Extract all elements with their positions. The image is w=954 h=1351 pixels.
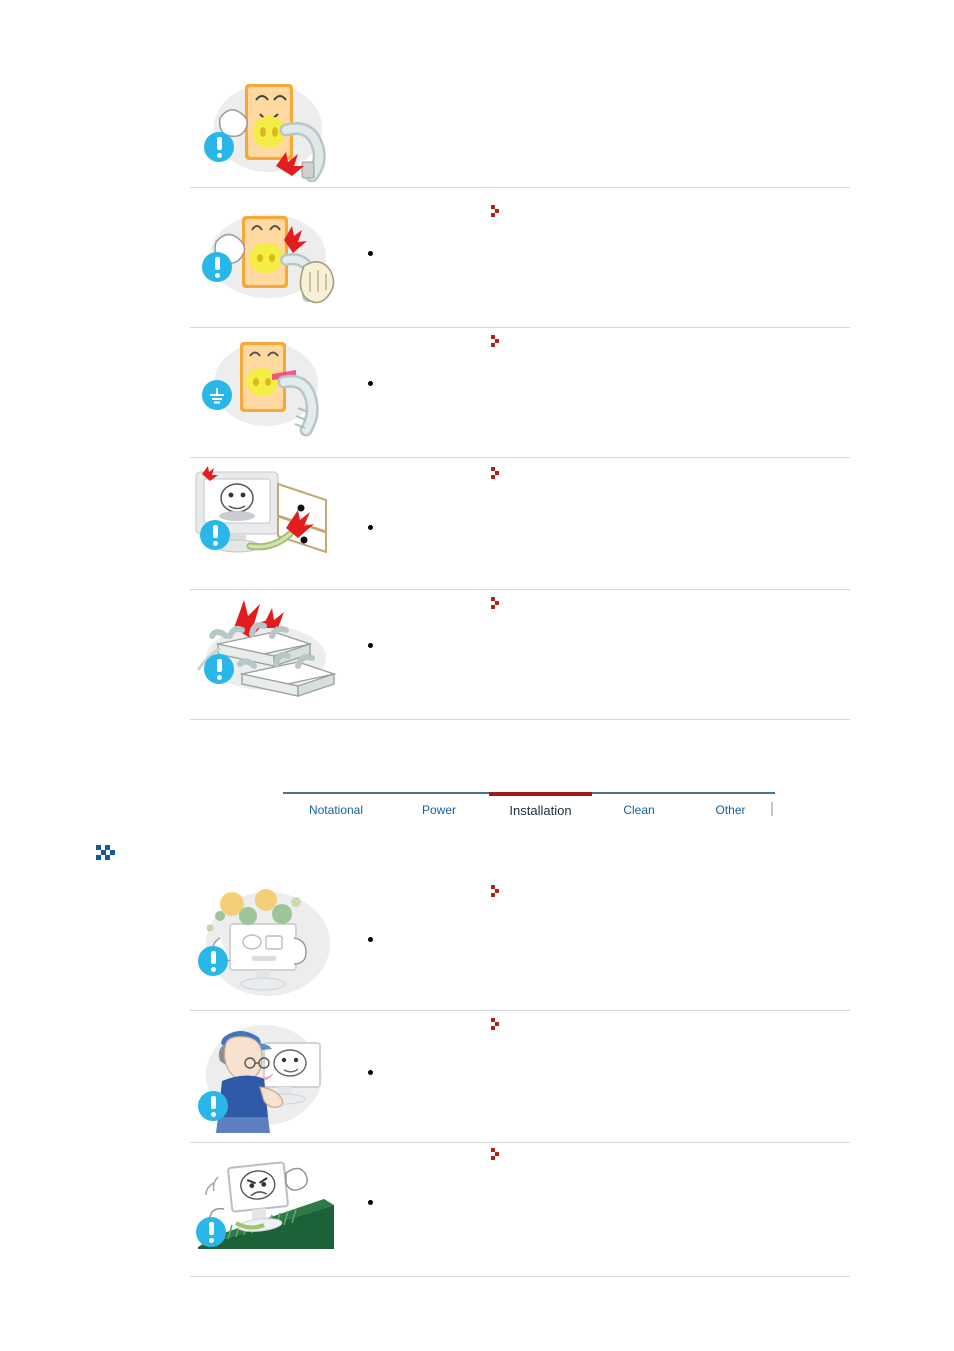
- safety-bullet: [350, 928, 850, 942]
- red-chevron-icon: [490, 204, 504, 220]
- illustration-damaged-power-cord: [190, 462, 350, 574]
- safety-bullet: [350, 1191, 850, 1205]
- safety-bullet: [350, 634, 850, 648]
- tab-other[interactable]: Other: [686, 794, 775, 826]
- tab-label: Installation: [509, 802, 572, 818]
- safety-bullet: [350, 372, 850, 386]
- safety-text-cell: [350, 1143, 850, 1205]
- red-chevron-icon: [490, 1147, 504, 1163]
- safety-row: [190, 880, 850, 1011]
- safety-row: [190, 1013, 850, 1143]
- tab-notational[interactable]: Notational: [283, 794, 389, 826]
- red-chevron-icon: [490, 1017, 504, 1033]
- tab-power[interactable]: Power: [389, 794, 489, 826]
- manual-page: Notational Power Installation Clean Othe…: [0, 0, 954, 1351]
- illustration-monitor-unstable-slope: [190, 1143, 350, 1267]
- exclamation-icon: [202, 252, 232, 282]
- section-tabs[interactable]: Notational Power Installation Clean Othe…: [283, 792, 775, 826]
- safety-bullet: [350, 516, 850, 530]
- exclamation-icon: [204, 132, 234, 162]
- safety-row: [190, 330, 850, 458]
- red-chevron-icon: [490, 466, 504, 482]
- illustration-cell: [190, 592, 350, 704]
- safety-text-cell: [350, 200, 850, 256]
- double-chevron-right-icon: [95, 842, 121, 864]
- illustration-outlet-pulling-plug: [190, 70, 350, 183]
- exclamation-icon: [196, 1217, 226, 1247]
- illustration-wet-hand-plug: [190, 200, 350, 312]
- safety-text-cell: [350, 70, 850, 76]
- exclamation-icon: [198, 1091, 228, 1121]
- safety-row: [190, 1143, 850, 1277]
- illustration-cell: [190, 1013, 350, 1133]
- exclamation-icon: [198, 946, 228, 976]
- illustration-cell: [190, 880, 350, 1000]
- bullet-dot-icon: [368, 1200, 373, 1205]
- safety-text-cell: [350, 880, 850, 942]
- safety-text-cell: [350, 462, 850, 530]
- exclamation-icon: [200, 520, 230, 550]
- illustration-person-carrying-monitor: [190, 1013, 350, 1133]
- tab-installation[interactable]: Installation: [489, 792, 592, 826]
- safety-bullet: [350, 242, 850, 256]
- bullet-dot-icon: [368, 381, 373, 386]
- red-chevron-icon: [490, 596, 504, 612]
- safety-text-cell: [350, 592, 850, 648]
- bullet-dot-icon: [368, 1070, 373, 1075]
- safety-text-cell: [350, 1013, 850, 1075]
- bullet-dot-icon: [368, 525, 373, 530]
- tab-overflow-indicator: [771, 802, 773, 816]
- illustration-cell: [190, 1143, 350, 1267]
- red-chevron-icon: [490, 334, 504, 350]
- illustration-cell: [190, 70, 350, 183]
- tab-label: Notational: [308, 803, 364, 817]
- ground-earth-icon: [202, 380, 232, 410]
- illustration-grounded-outlet: [190, 330, 350, 442]
- safety-text-cell: [350, 330, 850, 386]
- tab-label: Clean: [623, 803, 655, 817]
- exclamation-icon: [204, 654, 234, 684]
- bullet-dot-icon: [368, 937, 373, 942]
- tab-clean[interactable]: Clean: [592, 794, 686, 826]
- tab-label: Power: [421, 803, 456, 817]
- safety-row: [190, 462, 850, 590]
- bullet-dot-icon: [368, 251, 373, 256]
- illustration-cell: [190, 200, 350, 312]
- safety-row: [190, 70, 850, 188]
- red-chevron-icon: [490, 884, 504, 900]
- illustration-cell: [190, 462, 350, 574]
- safety-row: [190, 200, 850, 328]
- bullet-dot-icon: [368, 643, 373, 648]
- safety-bullet: [350, 1061, 850, 1075]
- illustration-cell: [190, 330, 350, 442]
- illustration-monitor-dust-germs: [190, 880, 350, 1000]
- safety-row: [190, 592, 850, 720]
- tab-label: Other: [715, 803, 746, 817]
- illustration-overloaded-power-strips: [190, 592, 350, 704]
